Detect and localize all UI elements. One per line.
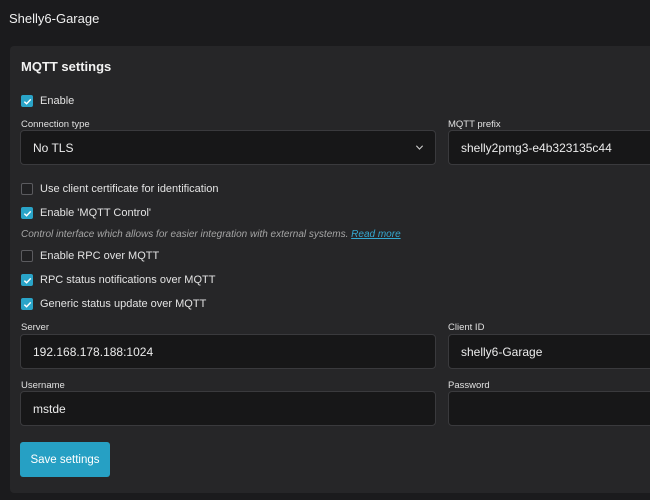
- rpc-status-checkbox[interactable]: [21, 274, 33, 286]
- mqtt-control-checkbox[interactable]: [21, 207, 33, 219]
- client-cert-row[interactable]: Use client certificate for identificatio…: [21, 182, 219, 196]
- client-cert-checkbox[interactable]: [21, 183, 33, 195]
- enable-rpc-row[interactable]: Enable RPC over MQTT: [21, 249, 159, 263]
- connection-type-value: No TLS: [33, 140, 74, 155]
- control-hint: Control interface which allows for easie…: [21, 229, 401, 240]
- server-input[interactable]: 192.168.178.188:1024: [20, 334, 436, 369]
- mqtt-settings-card: MQTT settings Enable Connection type No …: [10, 46, 650, 493]
- check-icon: [23, 301, 31, 308]
- client-id-input[interactable]: shelly6-Garage: [448, 334, 650, 369]
- top-bar: Shelly6-Garage: [0, 0, 650, 40]
- client-id-label: Client ID: [448, 322, 485, 333]
- username-input[interactable]: mstde: [20, 391, 436, 426]
- card-title: MQTT settings: [21, 59, 112, 74]
- read-more-link[interactable]: Read more: [351, 229, 400, 240]
- connection-type-label: Connection type: [21, 119, 90, 130]
- server-value: 192.168.178.188:1024: [33, 344, 154, 359]
- mqtt-prefix-label: MQTT prefix: [448, 119, 501, 130]
- client-id-value: shelly6-Garage: [461, 344, 543, 359]
- chevron-down-icon: [415, 145, 424, 150]
- connection-type-select[interactable]: No TLS: [20, 130, 436, 165]
- generic-status-checkbox[interactable]: [21, 298, 33, 310]
- enable-checkbox[interactable]: [21, 95, 33, 107]
- check-icon: [23, 210, 31, 217]
- device-name: Shelly6-Garage: [9, 11, 100, 26]
- enable-row[interactable]: Enable: [21, 94, 74, 108]
- control-hint-text: Control interface which allows for easie…: [21, 229, 349, 240]
- enable-rpc-label: Enable RPC over MQTT: [40, 250, 160, 262]
- password-input[interactable]: [448, 391, 650, 426]
- username-label: Username: [21, 380, 65, 391]
- generic-status-label: Generic status update over MQTT: [40, 298, 207, 310]
- generic-status-row[interactable]: Generic status update over MQTT: [21, 297, 206, 311]
- mqtt-control-label: Enable 'MQTT Control': [40, 207, 151, 219]
- enable-label: Enable: [40, 95, 75, 107]
- save-settings-button[interactable]: Save settings: [20, 442, 110, 477]
- check-icon: [23, 277, 31, 284]
- mqtt-control-row[interactable]: Enable 'MQTT Control': [21, 206, 151, 220]
- username-value: mstde: [33, 401, 66, 416]
- rpc-status-label: RPC status notifications over MQTT: [40, 274, 216, 286]
- mqtt-prefix-input[interactable]: shelly2pmg3-e4b323135c44: [448, 130, 650, 165]
- check-icon: [23, 98, 31, 105]
- password-label: Password: [448, 380, 490, 391]
- mqtt-prefix-value: shelly2pmg3-e4b323135c44: [461, 140, 612, 155]
- client-cert-label: Use client certificate for identificatio…: [40, 183, 219, 195]
- server-label: Server: [21, 322, 49, 333]
- rpc-status-row[interactable]: RPC status notifications over MQTT: [21, 273, 215, 287]
- enable-rpc-checkbox[interactable]: [21, 250, 33, 262]
